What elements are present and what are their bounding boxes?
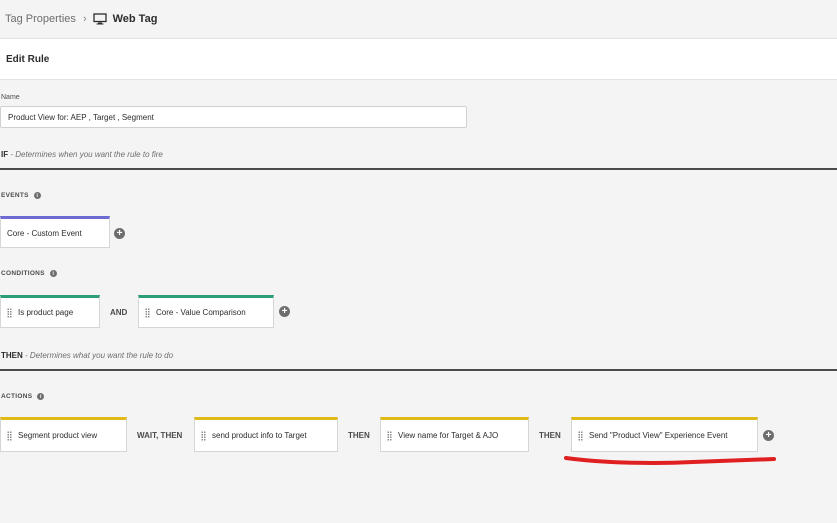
red-underline-annotation	[564, 456, 776, 465]
then-description: - Determines what you want the rule to d…	[22, 351, 174, 360]
condition-joiner: AND	[110, 308, 128, 317]
drag-handle-icon[interactable]	[7, 430, 12, 441]
drag-handle-icon[interactable]	[201, 430, 206, 441]
if-section-heading: IF - Determines when you want the rule t…	[1, 150, 163, 159]
action-card-segment-product-view[interactable]: Segment product view	[0, 417, 127, 452]
then-keyword: THEN	[1, 351, 23, 360]
add-event-button[interactable]: +	[114, 228, 125, 239]
actions-label: ACTIONS i	[1, 393, 45, 400]
event-card-core-custom-event[interactable]: Core - Custom Event	[0, 216, 110, 248]
info-icon[interactable]: i	[33, 192, 41, 199]
action-card-label: Send "Product View" Experience Event	[589, 431, 728, 440]
action-card-send-experience-event[interactable]: Send "Product View" Experience Event	[571, 417, 758, 452]
page-title: Edit Rule	[6, 53, 50, 65]
breadcrumb-separator: ›	[82, 13, 87, 25]
conditions-label: CONDITIONS i	[1, 270, 57, 277]
drag-handle-icon[interactable]	[578, 430, 583, 441]
drag-handle-icon[interactable]	[145, 307, 150, 318]
actions-label-text: ACTIONS	[1, 393, 33, 400]
event-card-label: Core - Custom Event	[7, 228, 82, 238]
add-condition-button[interactable]: +	[279, 306, 290, 317]
drag-handle-icon[interactable]	[7, 307, 12, 318]
edit-rule-header: Edit Rule	[0, 38, 837, 80]
events-label-text: EVENTS	[1, 192, 29, 199]
condition-card-is-product-page[interactable]: Is product page	[0, 295, 100, 328]
name-field-label: Name	[1, 94, 20, 101]
drag-handle-icon[interactable]	[387, 430, 392, 441]
action-card-label: View name for Target & AJO	[398, 431, 499, 440]
action-card-label: Segment product view	[18, 431, 98, 440]
condition-card-label: Core - Value Comparison	[156, 308, 246, 317]
action-card-view-name[interactable]: View name for Target & AJO	[380, 417, 529, 452]
info-icon[interactable]: i	[37, 393, 45, 400]
then-section-heading: THEN - Determines what you want the rule…	[1, 351, 173, 360]
then-divider	[0, 369, 837, 371]
action-connector: THEN	[348, 431, 370, 440]
if-divider	[0, 168, 837, 170]
action-connector: WAIT, THEN	[137, 431, 183, 440]
action-card-label: send product info to Target	[212, 431, 307, 440]
breadcrumb: Tag Properties › Web Tag	[0, 0, 837, 38]
action-card-send-product-info[interactable]: send product info to Target	[194, 417, 338, 452]
monitor-icon	[92, 13, 107, 25]
condition-card-value-comparison[interactable]: Core - Value Comparison	[138, 295, 274, 328]
action-connector: THEN	[539, 431, 561, 440]
if-description: - Determines when you want the rule to f…	[8, 150, 163, 159]
add-action-button[interactable]: +	[763, 430, 774, 441]
rule-name-input[interactable]	[0, 106, 467, 128]
condition-card-label: Is product page	[18, 308, 74, 317]
events-label: EVENTS i	[1, 192, 41, 199]
breadcrumb-web-tag: Web Tag	[112, 13, 158, 25]
conditions-label-text: CONDITIONS	[1, 270, 45, 277]
info-icon[interactable]: i	[49, 270, 57, 277]
breadcrumb-tag-properties[interactable]: Tag Properties	[5, 13, 76, 25]
